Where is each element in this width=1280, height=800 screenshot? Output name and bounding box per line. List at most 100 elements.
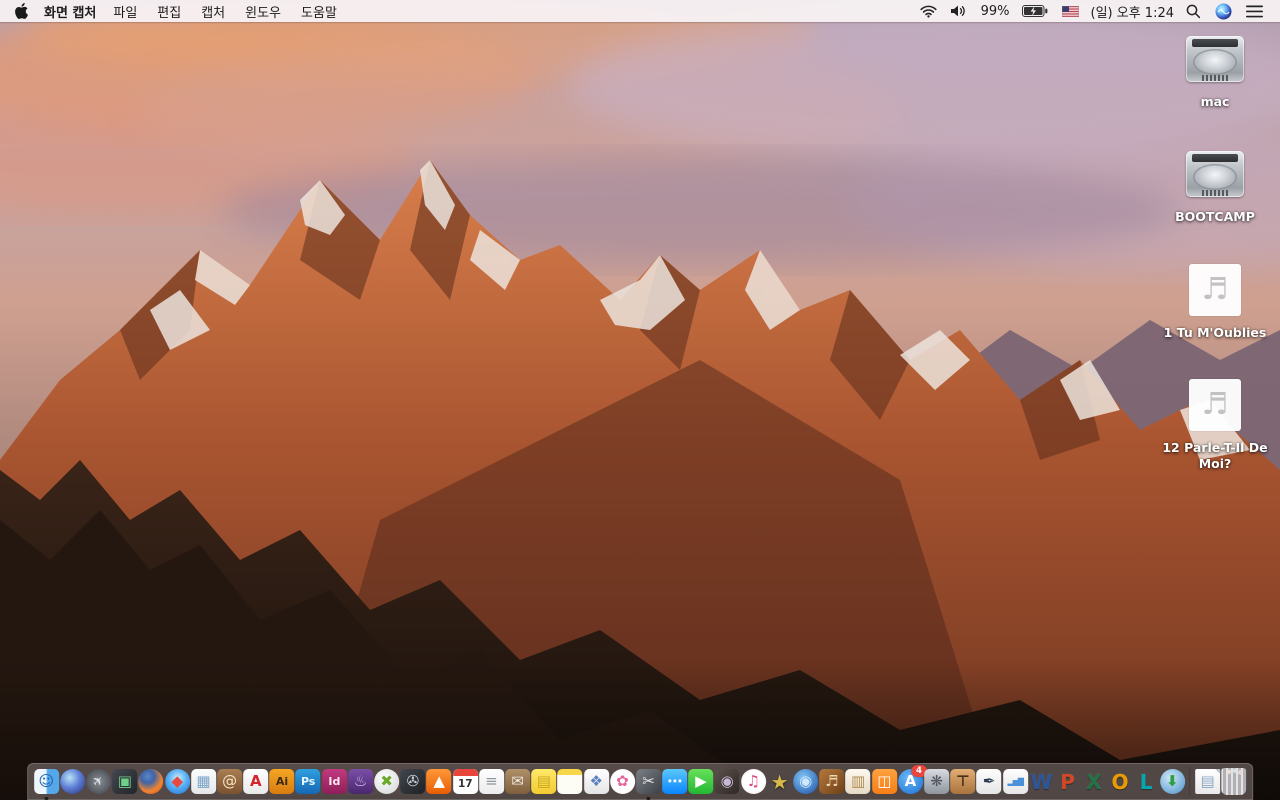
fan-disc-app[interactable]: ✇	[400, 769, 426, 794]
photo-booth[interactable]: ◉	[714, 769, 740, 794]
app-icon-glyph: ▤	[1200, 772, 1215, 790]
menu-item[interactable]: 윈도우	[235, 2, 291, 21]
menu-bar-clock[interactable]: (일) 오후 1:24	[1091, 2, 1174, 21]
menu-item[interactable]: 파일	[103, 2, 147, 21]
itunes[interactable]: ♫	[740, 769, 766, 794]
garageband[interactable]: ♬	[819, 769, 845, 794]
siri[interactable]	[59, 769, 85, 794]
keynote[interactable]: ⊤	[950, 769, 976, 794]
menu-item[interactable]: 도움말	[291, 2, 347, 21]
reminders[interactable]: ≡	[478, 769, 504, 794]
finder[interactable]: ☺	[33, 769, 59, 800]
ms-powerpoint[interactable]: P	[1055, 769, 1080, 794]
app-icon-glyph: W	[1030, 769, 1053, 794]
adobe-illustrator[interactable]: Ai	[269, 769, 295, 794]
siri-icon[interactable]	[1215, 3, 1232, 20]
hard-drive-icon	[1186, 36, 1244, 82]
calendar[interactable]: 17	[452, 769, 478, 794]
pages-09[interactable]: ✒	[976, 769, 1002, 794]
battery-charging-icon[interactable]	[1021, 5, 1048, 17]
icon-label: 1 Tu M'Oublies	[1163, 324, 1267, 340]
app-icon-glyph: ≡	[485, 772, 498, 790]
toast-titanium[interactable]: ♨	[348, 769, 374, 794]
idvd[interactable]: ◉	[793, 769, 819, 794]
numbers-09[interactable]: ▂▅▇	[1002, 769, 1028, 794]
volume-icon[interactable]	[950, 5, 969, 17]
app-icon-glyph: ☺	[38, 772, 55, 790]
messages[interactable]: ⋯	[662, 769, 688, 794]
app-icon-glyph: ✿	[616, 772, 629, 790]
app-icon-glyph: ⋯	[667, 772, 683, 790]
firefox[interactable]	[138, 769, 164, 794]
macos-desktop: 화면 캡처 파일 편집 캡처 윈도우 도움말 99% (일) 오후 1:24 m…	[0, 0, 1280, 800]
stickies[interactable]: ▤	[531, 769, 557, 794]
app-icon-glyph: ♨	[353, 772, 368, 790]
app-store[interactable]: A 4	[897, 765, 927, 794]
mission-control[interactable]: ▣	[112, 769, 138, 794]
app-icon-glyph: O	[1111, 769, 1129, 794]
ibooks[interactable]: ◫	[871, 769, 897, 794]
app-icon-glyph: A	[249, 772, 262, 790]
system-preferences[interactable]: ❋	[924, 769, 950, 794]
ms-outlook[interactable]: O	[1107, 769, 1132, 794]
ms-word[interactable]: W	[1029, 769, 1054, 794]
facetime[interactable]: ▶	[688, 769, 714, 794]
app-icon-glyph: ◉	[720, 772, 734, 790]
grab-screen-capture[interactable]: ✂	[636, 769, 662, 800]
adobe-indesign[interactable]: Id	[321, 769, 347, 794]
imovie-star[interactable]: ★	[767, 769, 792, 794]
app-icon-glyph: ◉	[799, 772, 813, 790]
audio-file-icon: ♬	[1189, 378, 1241, 431]
menu-item[interactable]: 편집	[147, 2, 191, 21]
active-app-name[interactable]: 화면 캡처	[44, 2, 96, 21]
battery-percent: 99%	[980, 3, 1010, 19]
desktop-wallpaper	[0, 0, 1280, 800]
us-flag-icon[interactable]	[1061, 5, 1079, 17]
spotlight-search-icon[interactable]	[1186, 4, 1201, 19]
document-file[interactable]: ▤	[1195, 769, 1221, 794]
notes[interactable]	[557, 769, 583, 794]
drive-mac[interactable]: mac	[1152, 31, 1278, 110]
app-icon-glyph: ✇	[406, 772, 420, 790]
app-icon-glyph: P	[1060, 769, 1075, 794]
adobe-photoshop[interactable]: Ps	[295, 769, 321, 794]
app-icon-glyph: ♫	[746, 772, 761, 790]
notification-center-icon[interactable]	[1246, 5, 1263, 18]
green-x-app[interactable]: ✖	[374, 769, 400, 794]
menu-bar-status: 99% (일) 오후 1:24	[913, 2, 1280, 21]
app-icon-glyph: ⊤	[955, 772, 970, 790]
launchpad[interactable]: ✈	[86, 769, 112, 794]
apple-menu[interactable]	[15, 3, 28, 19]
menu-bar-menus: 파일 편집 캡처 윈도우 도움말	[103, 2, 347, 21]
menu-item[interactable]: 캡처	[191, 2, 235, 21]
icon-label: 12 Parle-T-Il De Moi?	[1162, 439, 1268, 471]
desktop-icons: mac BOOTCAMP ♬ 1 Tu M'Oublies ♬ 12 Parle…	[1152, 31, 1278, 508]
app-icon-glyph: ⬇	[1166, 772, 1179, 790]
drive-bootcamp[interactable]: BOOTCAMP	[1152, 146, 1278, 225]
photos[interactable]: ✿	[609, 769, 635, 794]
document-box-app[interactable]: ✉	[505, 769, 531, 794]
preview[interactable]: ▦	[190, 769, 216, 794]
app-icon-glyph: ✉	[511, 772, 524, 790]
app-icon-glyph: ▲	[433, 772, 445, 790]
clippings-app[interactable]: ▥	[845, 769, 871, 794]
app-icon-glyph: L	[1139, 769, 1153, 794]
ms-lync[interactable]: L	[1134, 769, 1159, 794]
safari[interactable]: ◆	[164, 769, 190, 794]
app-icon-glyph: Ps	[300, 775, 316, 788]
wifi-icon[interactable]	[920, 5, 937, 18]
icon-label: BOOTCAMP	[1175, 209, 1255, 225]
vlc[interactable]: ▲	[426, 769, 452, 794]
app-icon-glyph: ✈	[89, 772, 108, 791]
app-icon-glyph: ❖	[589, 772, 603, 790]
documents-app[interactable]: ❖	[583, 769, 609, 794]
ms-autoupdate-globe[interactable]: ⬇	[1159, 769, 1185, 794]
app-icon-glyph: ▣	[117, 772, 132, 790]
trash[interactable]	[1221, 768, 1247, 795]
audio-file-parle-t-il-de-moi[interactable]: ♬ 12 Parle-T-Il De Moi?	[1152, 377, 1278, 473]
adobe-acrobat[interactable]: A	[243, 769, 269, 794]
ms-excel[interactable]: X	[1081, 769, 1106, 794]
app-icon-glyph: ▶	[695, 772, 707, 790]
audio-file-tu-moublies[interactable]: ♬ 1 Tu M'Oublies	[1152, 262, 1278, 341]
contacts[interactable]: @	[217, 769, 243, 794]
